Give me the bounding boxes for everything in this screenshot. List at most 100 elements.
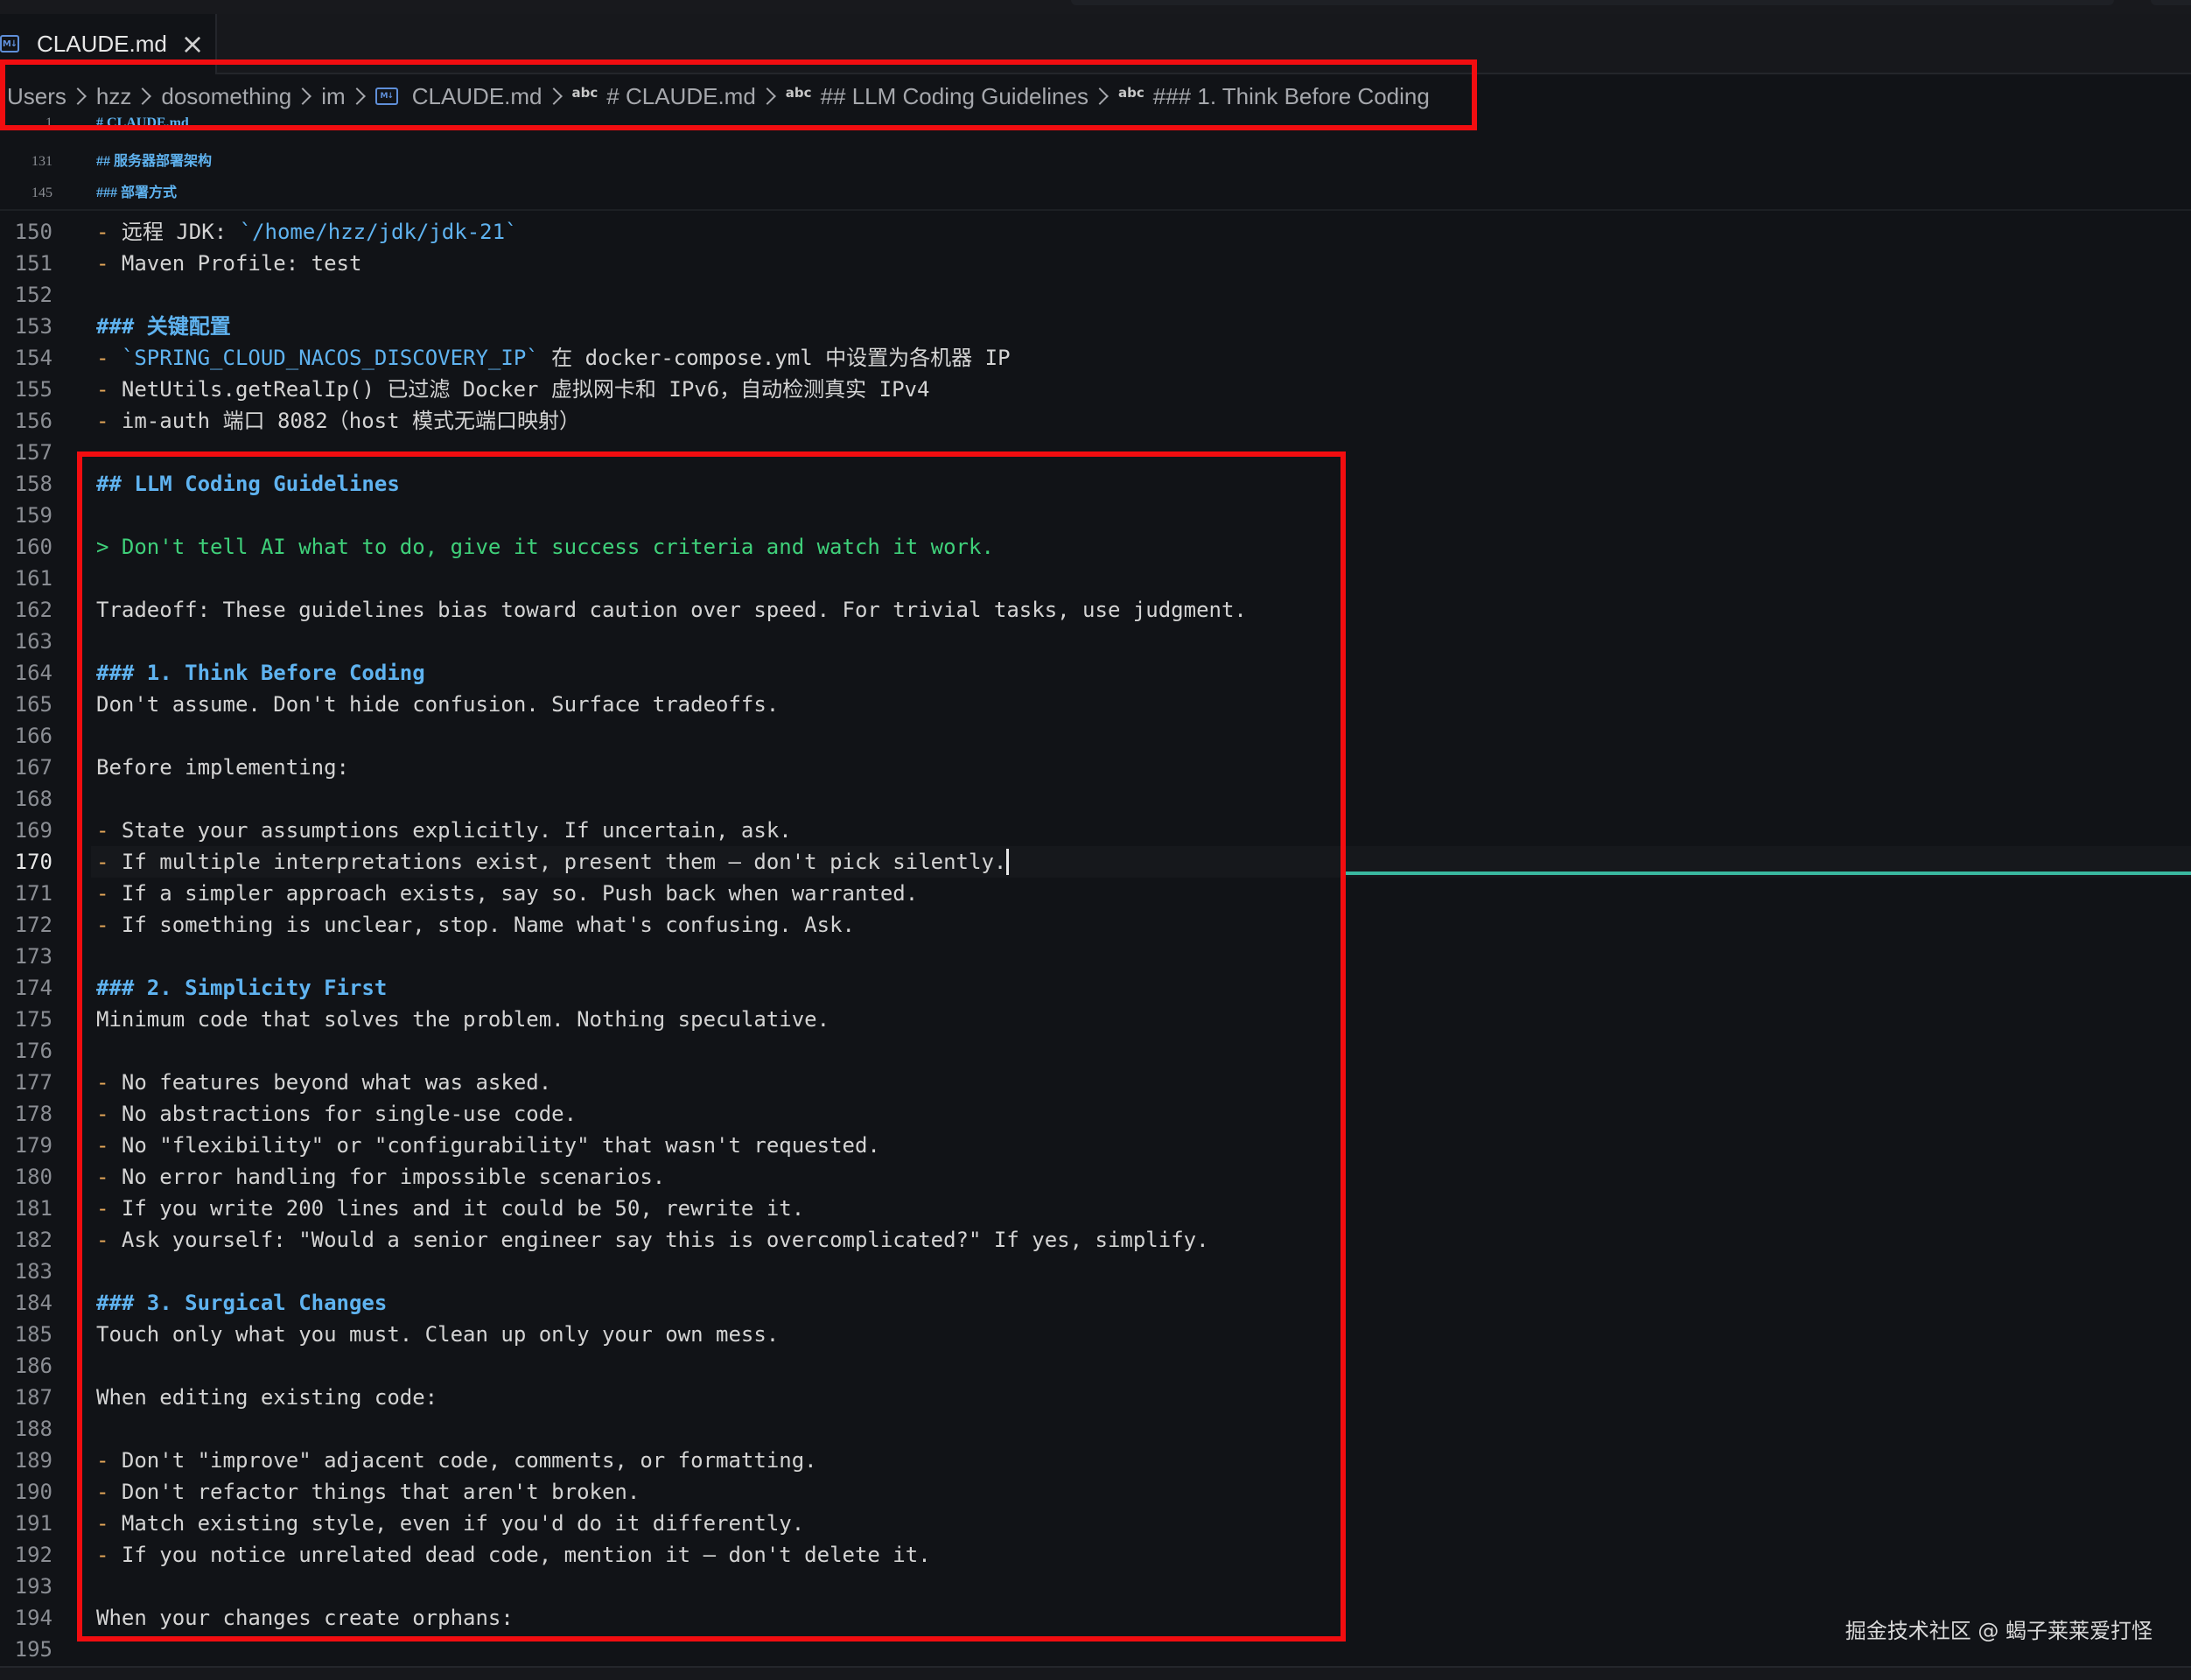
breadcrumb-item[interactable]: abc # CLAUDE.md xyxy=(572,83,756,110)
code-line[interactable]: 153 ### 关键配置 xyxy=(0,311,2191,342)
markdown-heading: ### 2. Simplicity First xyxy=(96,976,388,1000)
code-line[interactable]: 159 xyxy=(0,500,2191,531)
breadcrumb-item[interactable]: dosomething xyxy=(161,83,291,110)
line-number: 164 xyxy=(14,661,52,685)
code-line[interactable]: 155 - NetUtils.getRealIp() 已过滤 Docker 虚拟网… xyxy=(0,374,2191,405)
code-line[interactable]: 184 ### 3. Surgical Changes xyxy=(0,1287,2191,1319)
abc-symbol-icon: abc xyxy=(1117,85,1144,101)
line-number: 152 xyxy=(14,283,52,307)
breadcrumb-item[interactable]: hzz xyxy=(96,83,131,110)
line-content: - No features beyond what was asked. xyxy=(96,1067,551,1098)
line-content: - If you write 200 lines and it could be… xyxy=(96,1193,804,1224)
code-line[interactable]: 175 Minimum code that solves the problem.… xyxy=(0,1004,2191,1035)
code-editor[interactable]: 150 - 远程 JDK: `/home/hzz/jdk/jdk-21` 151 - … xyxy=(0,118,2191,1680)
code-line[interactable]: 182 - Ask yourself: "Would a senior engin… xyxy=(0,1224,2191,1256)
code-line[interactable]: 174 ### 2. Simplicity First xyxy=(0,972,2191,1004)
code-line[interactable]: 169 - State your assumptions explicitly. … xyxy=(0,815,2191,846)
close-icon[interactable]: × xyxy=(178,30,206,58)
list-bullet-marker: - xyxy=(96,1228,122,1252)
code-line[interactable]: 187 When editing existing code: xyxy=(0,1382,2191,1413)
list-item-text: If a simpler approach exists, say so. Pu… xyxy=(121,881,919,906)
sticky-scroll-line[interactable]: 1 # CLAUDE.md xyxy=(0,115,2191,139)
sticky-scroll-line[interactable]: 131 ## 服务器部署架构 xyxy=(0,146,2191,178)
code-line[interactable]: 173 xyxy=(0,941,2191,972)
code-line[interactable]: 188 xyxy=(0,1413,2191,1445)
code-line[interactable]: 163 xyxy=(0,626,2191,657)
sticky-scroll-header[interactable]: 1 # CLAUDE.md 131 ## 服务器部署架构 145 ### 部署方式 xyxy=(0,115,2191,211)
line-number: 145 xyxy=(32,186,52,200)
breadcrumb-item[interactable]: abc ### 1. Think Before Coding xyxy=(1118,83,1430,110)
code-line[interactable]: 168 xyxy=(0,783,2191,815)
chevron-right-icon xyxy=(544,88,563,105)
breadcrumb-item[interactable]: im xyxy=(321,83,345,110)
markdown-heading: ## LLM Coding Guidelines xyxy=(96,472,400,496)
code-line[interactable]: 150 - 远程 JDK: `/home/hzz/jdk/jdk-21` xyxy=(0,216,2191,248)
breadcrumb-item[interactable]: M↓ CLAUDE.md xyxy=(374,82,542,110)
line-content: Tradeoff: These guidelines bias toward c… xyxy=(96,594,1247,626)
line-number: 183 xyxy=(14,1259,52,1284)
code-line[interactable]: 162 Tradeoff: These guidelines bias towar… xyxy=(0,594,2191,626)
line-content: - State your assumptions explicitly. If … xyxy=(96,815,792,846)
code-line[interactable]: 157 xyxy=(0,437,2191,468)
code-line[interactable]: 160 > Don't tell AI what to do, give it s… xyxy=(0,531,2191,563)
list-bullet-marker: - xyxy=(96,1196,122,1221)
paragraph-text: When your changes create orphans: xyxy=(96,1606,514,1630)
code-line[interactable]: 176 xyxy=(0,1035,2191,1067)
code-line[interactable]: 172 - If something is unclear, stop. Name… xyxy=(0,909,2191,941)
breadcrumb-label: CLAUDE.md xyxy=(411,82,542,109)
code-line[interactable]: 186 xyxy=(0,1350,2191,1382)
line-content: - Match existing style, even if you'd do… xyxy=(96,1508,804,1539)
code-line[interactable]: 156 - im-auth 端口 8082（host 模式无端口映射） xyxy=(0,405,2191,437)
breadcrumb-label: ## LLM Coding Guidelines xyxy=(820,82,1088,109)
breadcrumb-item[interactable]: Users xyxy=(7,83,66,110)
code-line[interactable]: 193 xyxy=(0,1571,2191,1602)
code-line[interactable]: 167 Before implementing: xyxy=(0,752,2191,783)
line-number: 195 xyxy=(14,1637,52,1662)
line-number: 191 xyxy=(14,1511,52,1536)
code-line[interactable]: 161 xyxy=(0,563,2191,594)
code-line[interactable]: 171 - If a simpler approach exists, say s… xyxy=(0,878,2191,909)
line-number: 178 xyxy=(14,1102,52,1126)
code-line[interactable]: 177 - No features beyond what was asked. xyxy=(0,1067,2191,1098)
list-item-text: If you notice unrelated dead code, menti… xyxy=(121,1543,931,1567)
code-line[interactable]: 152 xyxy=(0,279,2191,311)
tab-claude-md[interactable]: M↓ CLAUDE.md × xyxy=(0,14,217,74)
code-line[interactable]: 190 - Don't refactor things that aren't b… xyxy=(0,1476,2191,1508)
list-item-text: 在 docker-compose.yml 中设置为各机器 IP xyxy=(538,346,1011,370)
top-bar-control[interactable] xyxy=(2151,0,2191,5)
code-line[interactable]: 151 - Maven Profile: test xyxy=(0,248,2191,279)
code-line[interactable]: 164 ### 1. Think Before Coding xyxy=(0,657,2191,689)
line-content: - If a simpler approach exists, say so. … xyxy=(96,878,918,909)
code-line[interactable]: 191 - Match existing style, even if you'd… xyxy=(0,1508,2191,1539)
code-line[interactable]: 158 ## LLM Coding Guidelines xyxy=(0,468,2191,500)
list-bullet-marker: - xyxy=(96,251,122,276)
markdown-heading: ### 3. Surgical Changes xyxy=(96,1291,388,1315)
inline-code: `/home/hzz/jdk/jdk-21` xyxy=(239,220,518,244)
list-bullet-marker: - xyxy=(96,1070,122,1095)
code-line[interactable]: 178 - No abstractions for single-use code… xyxy=(0,1098,2191,1130)
list-bullet-marker: - xyxy=(96,1543,122,1567)
line-number: 173 xyxy=(14,944,52,969)
code-line[interactable]: 185 Touch only what you must. Clean up on… xyxy=(0,1319,2191,1350)
code-line[interactable]: 189 - Don't "improve" adjacent code, comm… xyxy=(0,1445,2191,1476)
breadcrumb-label: hzz xyxy=(95,82,132,109)
code-line[interactable]: 181 - If you write 200 lines and it could… xyxy=(0,1193,2191,1224)
breadcrumb-item[interactable]: abc ## LLM Coding Guidelines xyxy=(786,83,1088,110)
abc-symbol-icon: abc xyxy=(571,85,598,101)
list-item-text: Ask yourself: "Would a senior engineer s… xyxy=(121,1228,1209,1252)
line-content: - NetUtils.getRealIp() 已过滤 Docker 虚拟网卡和 … xyxy=(96,374,929,405)
code-line[interactable]: 192 - If you notice unrelated dead code, … xyxy=(0,1539,2191,1571)
command-center[interactable] xyxy=(1071,0,2114,5)
code-line[interactable]: 165 Don't assume. Don't hide confusion. S… xyxy=(0,689,2191,720)
paragraph-text: Before implementing: xyxy=(96,755,349,780)
code-line[interactable]: 180 - No error handling for impossible sc… xyxy=(0,1161,2191,1193)
line-content: # CLAUDE.md xyxy=(96,115,189,132)
sticky-scroll-line[interactable]: 145 ### 部署方式 xyxy=(0,178,2191,209)
paragraph-text: Tradeoff: These guidelines bias toward c… xyxy=(96,598,1247,622)
code-line[interactable]: 179 - No "flexibility" or "configurabilit… xyxy=(0,1130,2191,1161)
line-number: 181 xyxy=(14,1196,52,1221)
code-line[interactable]: 166 xyxy=(0,720,2191,752)
code-line[interactable]: 183 xyxy=(0,1256,2191,1287)
breadcrumb: Users hzz dosomething im M↓ CLAUDE.md abc # CLA… xyxy=(0,74,2191,118)
code-line[interactable]: 154 - `SPRING_CLOUD_NACOS_DISCOVERY_IP` 在… xyxy=(0,342,2191,374)
